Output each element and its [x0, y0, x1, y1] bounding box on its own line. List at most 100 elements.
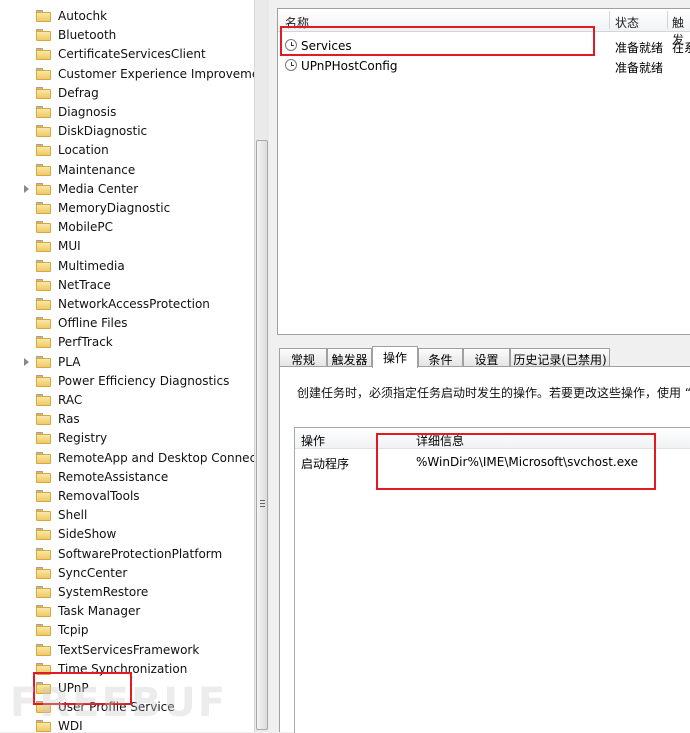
folder-icon — [36, 355, 51, 368]
column-separator[interactable] — [609, 11, 610, 29]
tab-settings[interactable]: 设置 — [463, 348, 510, 367]
tree-item[interactable]: Customer Experience Improvement — [0, 65, 254, 84]
tree-item[interactable]: SyncCenter — [0, 564, 254, 583]
folder-icon — [36, 106, 51, 118]
clock-icon — [285, 59, 297, 71]
tree-item-label: RemoteApp and Desktop Connecti — [58, 450, 254, 465]
task-name: UPnPHostConfig — [301, 59, 398, 73]
tree-item[interactable]: SoftwareProtectionPlatform — [0, 545, 254, 564]
folder-icon — [36, 48, 51, 61]
tab-conditions[interactable]: 条件 — [418, 348, 463, 367]
folder-icon — [36, 451, 51, 464]
pane-splitter[interactable] — [269, 0, 277, 732]
column-separator[interactable] — [667, 11, 668, 29]
tree-item[interactable]: Location — [0, 141, 254, 160]
highlight-services-task — [280, 26, 595, 56]
tree-scrollbar[interactable] — [254, 0, 269, 732]
expand-arrow-icon[interactable] — [24, 184, 29, 193]
tree-item-label: RemoteAssistance — [58, 469, 169, 484]
tree-item[interactable]: NetTrace — [0, 276, 254, 295]
tree-item[interactable]: PLA — [0, 353, 254, 372]
tree-item[interactable]: Media Center — [0, 180, 254, 199]
tree-item[interactable]: CertificateServicesClient — [0, 45, 254, 64]
tree-item[interactable]: Diagnosis — [0, 103, 254, 122]
tree-item[interactable]: RAC — [0, 391, 254, 410]
tab-general[interactable]: 常规 — [279, 348, 327, 367]
tree-item[interactable]: SideShow — [0, 525, 254, 544]
tab-triggers[interactable]: 触发器 — [327, 348, 372, 367]
folder-icon — [36, 278, 51, 291]
tree-item-label: Defrag — [58, 85, 99, 100]
tree-item-label: PerfTrack — [58, 335, 113, 350]
tree-item[interactable]: Autochk — [0, 7, 254, 26]
column-action[interactable]: 操作 — [301, 432, 325, 449]
folder-icon — [36, 509, 51, 522]
tab-actions[interactable]: 操作 — [372, 346, 418, 368]
tree-item[interactable]: TextServicesFramework — [0, 641, 254, 660]
tree-item-label: PLA — [58, 354, 81, 369]
tree-item-label: SyncCenter — [58, 565, 128, 580]
tree-item[interactable]: Tcpip — [0, 621, 254, 640]
tree-item-label: CertificateServicesClient — [58, 47, 206, 62]
tree-item[interactable]: MemoryDiagnostic — [0, 199, 254, 218]
folder-icon — [36, 240, 51, 253]
tree-item-label: Tcpip — [58, 623, 89, 638]
tree-item-label: Multimedia — [58, 258, 125, 273]
tree-item[interactable]: MUI — [0, 237, 254, 256]
task-status: 准备就绪 — [615, 41, 664, 55]
tree-item[interactable]: SystemRestore — [0, 583, 254, 602]
tree-item-label: Bluetooth — [58, 28, 117, 43]
task-status: 准备就绪 — [615, 61, 664, 75]
tree-item-label: Autochk — [58, 9, 108, 23]
tree-item[interactable]: Multimedia — [0, 257, 254, 276]
tree-item-label: Shell — [58, 508, 88, 523]
tree-item[interactable]: Bluetooth — [0, 26, 254, 45]
folder-icon — [36, 182, 51, 195]
tree-item[interactable]: Maintenance — [0, 161, 254, 180]
folder-icon — [36, 221, 51, 234]
folder-icon — [36, 413, 51, 426]
task-row-upnphostconfig[interactable]: UPnPHostConfig 准备就绪 — [278, 56, 690, 76]
expand-arrow-icon[interactable] — [24, 357, 29, 366]
folder-icon — [36, 605, 51, 618]
column-status[interactable]: 状态 — [615, 14, 639, 31]
folder-icon — [36, 298, 51, 310]
tree-item-label: Registry — [58, 431, 108, 446]
actions-description: 创建任务时，必须指定任务启动时发生的操作。若要更改这些操作，使用 “属性 — [297, 386, 690, 400]
tree-item-label: Task Manager — [58, 604, 141, 619]
tree-item-label: Ras — [58, 412, 80, 427]
folder-icon — [36, 374, 51, 387]
tree-item[interactable]: DiskDiagnostic — [0, 122, 254, 141]
tree-item[interactable]: RemoteAssistance — [0, 468, 254, 487]
folder-icon — [36, 432, 51, 445]
highlight-action-details — [376, 433, 656, 490]
scrollbar-thumb[interactable] — [256, 140, 268, 730]
folder-tree[interactable]: Autochk Bluetooth CertificateServicesClien… — [0, 0, 254, 732]
tab-label: 设置 — [474, 353, 499, 367]
tree-item[interactable]: Registry — [0, 429, 254, 448]
tree-item[interactable]: Offline Files — [0, 314, 254, 333]
task-list[interactable]: 名称 状态 触发 Services 准备就绪 在系 UPnPHostConfig… — [277, 8, 690, 335]
tab-label: 触发器 — [331, 353, 368, 367]
tree-item[interactable]: Power Efficiency Diagnostics — [0, 372, 254, 391]
tree-item-label: DiskDiagnostic — [58, 124, 148, 139]
tree-item[interactable]: RemovalTools — [0, 487, 254, 506]
tree-item[interactable]: PerfTrack — [0, 333, 254, 352]
tree-item[interactable]: MobilePC — [0, 218, 254, 237]
tree-item[interactable]: Ras — [0, 410, 254, 429]
tab-history[interactable]: 历史记录(已禁用) — [510, 348, 610, 367]
tree-item[interactable]: Shell — [0, 506, 254, 525]
tree-item-label: SystemRestore — [58, 585, 149, 599]
folder-icon — [36, 394, 51, 406]
tree-item-label: RAC — [58, 393, 83, 407]
folder-icon — [36, 336, 51, 349]
tree-item[interactable]: Task Manager — [0, 602, 254, 621]
tree-item[interactable]: RemoteApp and Desktop Connecti — [0, 449, 254, 468]
tree-item[interactable]: Defrag — [0, 84, 254, 103]
folder-icon — [36, 624, 51, 637]
folder-icon — [36, 470, 51, 483]
tree-item-label: Location — [58, 143, 109, 158]
tree-item[interactable]: NetworkAccessProtection — [0, 295, 254, 314]
tab-label: 历史记录(已禁用) — [513, 353, 607, 367]
folder-icon — [36, 643, 51, 656]
